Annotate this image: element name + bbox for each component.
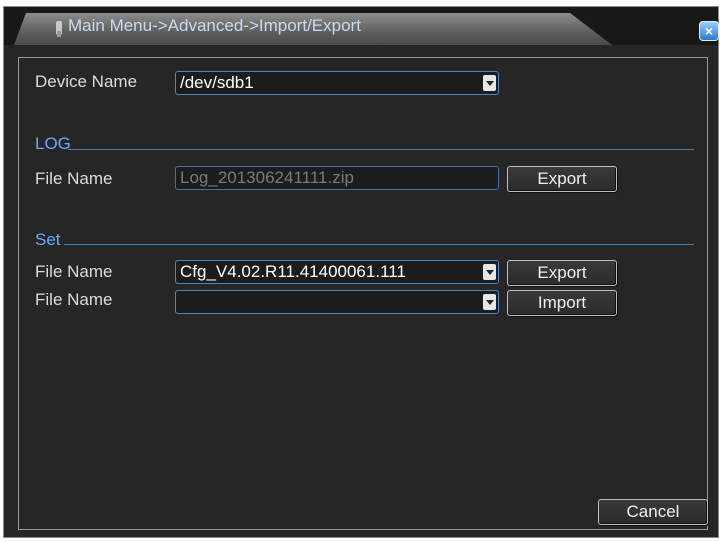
set-import-file-name-label: File Name (35, 290, 113, 309)
set-export-button[interactable]: Export (507, 260, 617, 286)
device-name-label: Device Name (35, 72, 138, 91)
log-section-heading: LOG (35, 134, 71, 153)
device-name-select[interactable]: /dev/sdb1 (175, 71, 499, 95)
window-title: Main Menu->Advanced->Import/Export (68, 16, 361, 35)
import-export-dialog: Main Menu->Advanced->Import/Export × Dev… (3, 6, 719, 538)
set-export-file-value: Cfg_V4.02.R11.41400061.111 (180, 262, 406, 281)
log-file-name-field: Log_201306241111.zip (175, 166, 499, 190)
device-name-value: /dev/sdb1 (180, 73, 254, 92)
log-section-divider (68, 149, 694, 150)
chevron-down-icon[interactable] (483, 75, 496, 91)
close-icon: × (704, 23, 714, 39)
log-file-name-label: File Name (35, 169, 113, 188)
set-section-divider (64, 244, 694, 245)
chevron-down-icon[interactable] (483, 264, 496, 280)
usb-icon (56, 21, 62, 37)
set-export-file-select[interactable]: Cfg_V4.02.R11.41400061.111 (175, 260, 499, 284)
set-import-file-select[interactable] (175, 290, 499, 314)
title-bar: Main Menu->Advanced->Import/Export × (4, 7, 719, 45)
chevron-down-icon[interactable] (483, 294, 496, 310)
log-file-name-value: Log_201306241111.zip (180, 168, 354, 187)
close-button[interactable]: × (699, 21, 719, 41)
log-export-button[interactable]: Export (507, 166, 617, 192)
set-import-button[interactable]: Import (507, 290, 617, 316)
set-section-heading: Set (35, 230, 61, 249)
set-export-file-name-label: File Name (35, 262, 113, 281)
cancel-button[interactable]: Cancel (598, 499, 708, 525)
